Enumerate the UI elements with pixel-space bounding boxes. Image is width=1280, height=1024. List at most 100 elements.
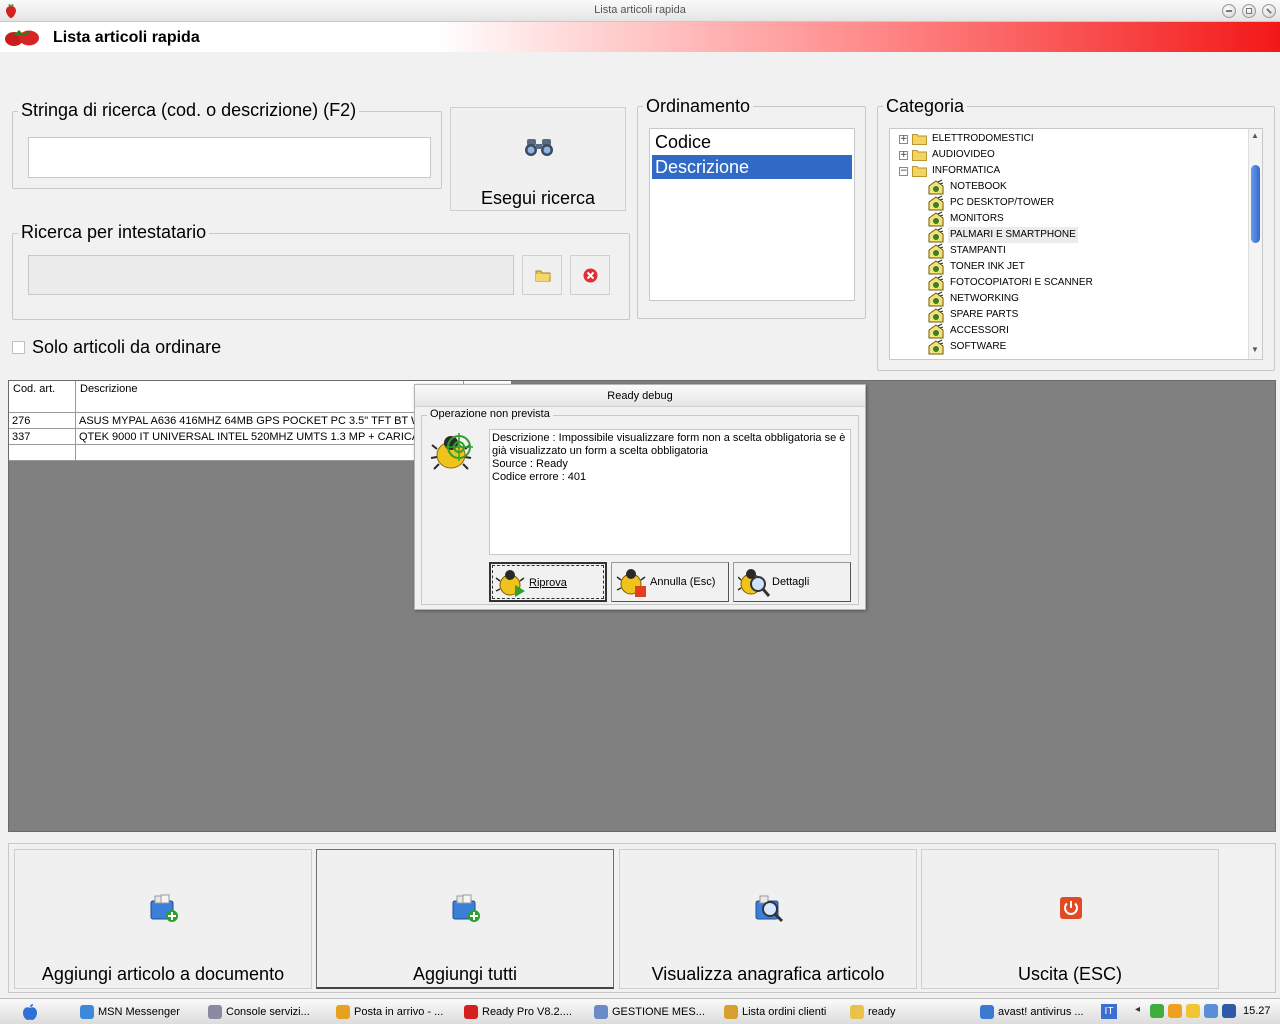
tree-item[interactable]: PALMARI E SMARTPHONE bbox=[948, 227, 1078, 243]
apple-menu-icon[interactable] bbox=[22, 1003, 38, 1021]
folder-icon bbox=[535, 270, 551, 282]
taskbar-item-label: Lista ordini clienti bbox=[742, 1006, 827, 1018]
tree-item[interactable]: AUDIOVIDEO bbox=[930, 147, 997, 163]
tree-item[interactable]: FOTOCOPIATORI E SCANNER bbox=[948, 275, 1095, 291]
messenger-tray-icon[interactable] bbox=[1150, 1004, 1164, 1018]
column-header-code[interactable]: Cod. art. bbox=[9, 381, 76, 413]
taskbar-item-client-orders[interactable]: Lista ordini clienti bbox=[722, 1003, 826, 1021]
network-tray-icon[interactable] bbox=[1204, 1004, 1218, 1018]
clock: 15.27 bbox=[1243, 1005, 1271, 1017]
tree-item[interactable]: TONER INK JET bbox=[948, 259, 1027, 275]
tree-item[interactable]: PC DESKTOP/TOWER bbox=[948, 195, 1056, 211]
tree-expander[interactable]: + bbox=[899, 151, 908, 160]
exit-button[interactable]: Uscita (ESC) bbox=[921, 849, 1219, 989]
error-source: Source : Ready bbox=[492, 458, 568, 470]
tray-expand-icon[interactable]: ◂ bbox=[1135, 1004, 1140, 1015]
bug-target-icon bbox=[431, 433, 473, 470]
tree-expander[interactable]: + bbox=[899, 135, 908, 144]
dialog-title: Ready debug bbox=[415, 385, 865, 407]
taskbar: MSN Messenger Console servizi... Posta in … bbox=[0, 998, 1280, 1024]
bug-cancel-icon bbox=[616, 569, 646, 597]
taskbar-item-message-manager[interactable]: GESTIONE MES... bbox=[592, 1003, 705, 1021]
tree-item[interactable]: INFORMATICA bbox=[930, 163, 1002, 179]
browse-holder-button[interactable] bbox=[522, 255, 562, 295]
taskbar-item-label: Ready Pro V8.2.... bbox=[482, 1006, 572, 1018]
taskbar-item-msn-messenger[interactable]: MSN Messenger bbox=[78, 1003, 180, 1021]
scroll-thumb[interactable] bbox=[1251, 165, 1260, 243]
tree-item[interactable]: ELETTRODOMESTICI bbox=[930, 131, 1036, 147]
category-scrollbar[interactable]: ▲ ▼ bbox=[1248, 129, 1262, 359]
scroll-up-arrow-icon[interactable]: ▲ bbox=[1251, 131, 1259, 140]
category-item-icon bbox=[928, 227, 944, 243]
column-header-description[interactable]: Descrizione bbox=[76, 381, 464, 413]
category-item-icon bbox=[928, 307, 944, 323]
cancel-button[interactable]: Annulla (Esc) bbox=[611, 562, 729, 602]
retry-button[interactable]: Riprova bbox=[489, 562, 607, 602]
maximize-button[interactable] bbox=[1242, 4, 1256, 18]
tree-item[interactable]: SPARE PARTS bbox=[948, 307, 1020, 323]
add-all-icon bbox=[452, 894, 480, 922]
category-item-icon bbox=[928, 339, 944, 355]
only-to-order-checkbox[interactable] bbox=[12, 341, 25, 354]
only-to-order-label: Solo articoli da ordinare bbox=[32, 337, 222, 357]
holder-input[interactable] bbox=[28, 255, 514, 295]
tree-item[interactable]: SOFTWARE bbox=[948, 339, 1008, 355]
run-search-button[interactable]: Esegui ricerca bbox=[450, 107, 626, 211]
tree-item[interactable]: NOTEBOOK bbox=[948, 179, 1009, 195]
cell-code[interactable]: 337 bbox=[9, 429, 76, 445]
ordering-legend: Ordinamento bbox=[643, 96, 754, 117]
add-all-label: Aggiungi tutti bbox=[412, 964, 518, 984]
add-to-document-label: Aggiungi articolo a documento bbox=[41, 964, 285, 984]
ordering-list[interactable]: Codice Descrizione bbox=[649, 128, 855, 301]
taskbar-item-inbox[interactable]: Posta in arrivo - ... bbox=[334, 1003, 443, 1021]
taskbar-item-label: Console servizi... bbox=[226, 1006, 310, 1018]
view-item-button[interactable]: Visualizza anagrafica articolo bbox=[619, 849, 917, 989]
window-titlebar[interactable]: Lista articoli rapida bbox=[0, 0, 1280, 22]
tree-item[interactable]: NETWORKING bbox=[948, 291, 1021, 307]
taskbar-item-avast-antivirus[interactable]: avast! antivirus ... bbox=[978, 1003, 1084, 1021]
taskbar-item-ready-folder[interactable]: ready bbox=[848, 1003, 896, 1021]
close-button[interactable] bbox=[1262, 4, 1276, 18]
clock-tray-icon[interactable] bbox=[1168, 1004, 1182, 1018]
category-item-icon bbox=[928, 179, 944, 195]
error-code: Codice errore : 401 bbox=[492, 471, 587, 483]
minimize-button[interactable] bbox=[1222, 4, 1236, 18]
taskbar-item-label: Posta in arrivo - ... bbox=[354, 1006, 444, 1018]
details-button[interactable]: Dettagli bbox=[733, 562, 851, 602]
cell-description[interactable]: QTEK 9000 IT UNIVERSAL INTEL 520MHZ UMTS… bbox=[76, 429, 464, 445]
add-all-button[interactable]: Aggiungi tutti bbox=[316, 849, 614, 989]
taskbar-item-services-console[interactable]: Console servizi... bbox=[206, 1003, 310, 1021]
clear-holder-button[interactable] bbox=[570, 255, 610, 295]
run-search-label: Esegui ricerca bbox=[480, 188, 596, 208]
ready-folder-icon bbox=[850, 1005, 864, 1019]
dialog-group-label: Operazione non prevista bbox=[427, 408, 553, 420]
add-item-icon bbox=[150, 894, 178, 922]
table-row-empty[interactable] bbox=[9, 445, 76, 461]
cell-description[interactable]: ASUS MYPAL A636 416MHZ 64MB GPS POCKET P… bbox=[76, 413, 464, 429]
tree-expander[interactable]: − bbox=[899, 167, 908, 176]
tree-item[interactable]: ACCESSORI bbox=[948, 323, 1011, 339]
cell-code[interactable]: 276 bbox=[9, 413, 76, 429]
language-indicator[interactable]: IT bbox=[1101, 1004, 1117, 1019]
tree-item[interactable]: MONITORS bbox=[948, 211, 1006, 227]
category-item-icon bbox=[928, 291, 944, 307]
taskbar-item-ready-pro[interactable]: Ready Pro V8.2.... bbox=[462, 1003, 572, 1021]
category-legend: Categoria bbox=[883, 96, 968, 117]
scroll-down-arrow-icon[interactable]: ▼ bbox=[1251, 345, 1259, 354]
search-input[interactable] bbox=[28, 137, 431, 178]
view-item-label: Visualizza anagrafica articolo bbox=[651, 964, 885, 984]
tree-item[interactable]: STAMPANTI bbox=[948, 243, 1008, 259]
debug-dialog[interactable]: Ready debug Operazione non prevista Desc… bbox=[414, 384, 866, 610]
category-item-icon bbox=[928, 211, 944, 227]
lock-tray-icon[interactable] bbox=[1186, 1004, 1200, 1018]
security-tray-icon[interactable] bbox=[1222, 1004, 1236, 1018]
msn-messenger-icon bbox=[80, 1005, 94, 1019]
ordering-option-codice[interactable]: Codice bbox=[652, 130, 852, 154]
ordering-option-descrizione[interactable]: Descrizione bbox=[652, 155, 852, 179]
folder-icon bbox=[912, 134, 927, 145]
add-to-document-button[interactable]: Aggiungi articolo a documento bbox=[14, 849, 312, 989]
table-row-empty[interactable] bbox=[76, 445, 464, 461]
avast-antivirus-icon bbox=[980, 1005, 994, 1019]
category-tree[interactable]: ▲ ▼ + ELETTRODOMESTICI + AUDIOVIDEO − INFORMA… bbox=[889, 128, 1263, 360]
ready-pro-icon bbox=[464, 1005, 478, 1019]
